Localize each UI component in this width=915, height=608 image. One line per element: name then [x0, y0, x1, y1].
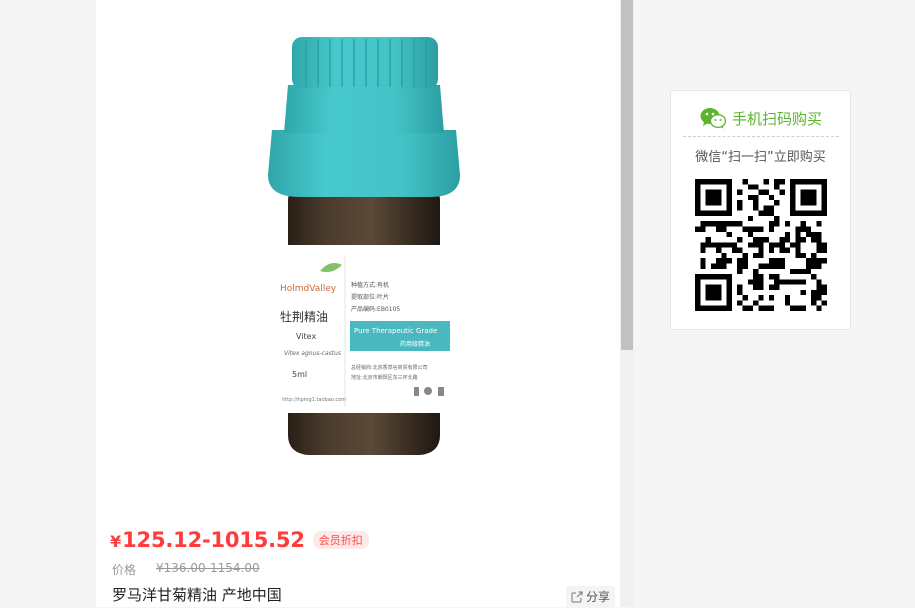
label-name-en: Vitex [296, 332, 316, 341]
label-band-sub: 药用级精油 [400, 340, 430, 348]
label-volume: 5ml [292, 370, 307, 379]
currency-symbol: ¥ [110, 532, 122, 551]
label-info-1: 种植方式:有机 [351, 281, 389, 289]
label-footer-1: 总经销商:北京香草谷商贸有限公司 [351, 364, 428, 371]
price-range: 125.12-1015.52 [122, 528, 305, 552]
label-brand: HolmdValley [280, 284, 337, 294]
recycle-icons [414, 387, 444, 396]
qr-instruction: 微信“扫一扫”立即购买 [695, 150, 826, 165]
wechat-icon [700, 108, 726, 129]
label-name-cn: 牡荆精油 [280, 309, 328, 324]
price-row: ¥ 125.12-1015.52 会员折扣 [110, 528, 369, 554]
original-price: ¥136.00-1154.00 [156, 561, 260, 575]
product-image[interactable]: HolmdValley 牡荆精油 Vitex Vitex agnus-castu… [250, 25, 480, 465]
original-price-label: 价格 [112, 563, 137, 577]
label-website: http://hpmg1.taobao.com [282, 397, 346, 403]
share-button[interactable]: 分享 [566, 586, 616, 608]
member-discount-badge: 会员折扣 [312, 531, 369, 549]
label-info-3: 产品编码:EB0105 [351, 305, 400, 313]
label-latin: Vitex agnus-castus [284, 350, 341, 357]
share-label: 分享 [586, 590, 611, 604]
original-price-row: 价格 ¥136.00-1154.00 [112, 561, 260, 578]
qr-panel-header: 手机扫码购买 [683, 101, 839, 135]
qr-code-icon[interactable] [695, 179, 827, 311]
scrollbar-thumb[interactable] [621, 0, 633, 350]
share-icon [571, 591, 583, 602]
qr-panel-heading: 手机扫码购买 [731, 109, 822, 128]
label-footer-2: 地址:北京市朝阳区东三环北路 [351, 374, 418, 381]
label-info-2: 提取部位:叶片 [351, 293, 389, 301]
label-band-text: Pure Therapeutic Grade [354, 327, 437, 335]
qr-panel-divider [683, 136, 839, 137]
qr-purchase-panel: 手机扫码购买 微信“扫一扫”立即购买 [670, 90, 851, 330]
scrollbar[interactable] [620, 0, 634, 607]
product-title: 罗马洋甘菊精油 产地中国 [112, 586, 282, 604]
